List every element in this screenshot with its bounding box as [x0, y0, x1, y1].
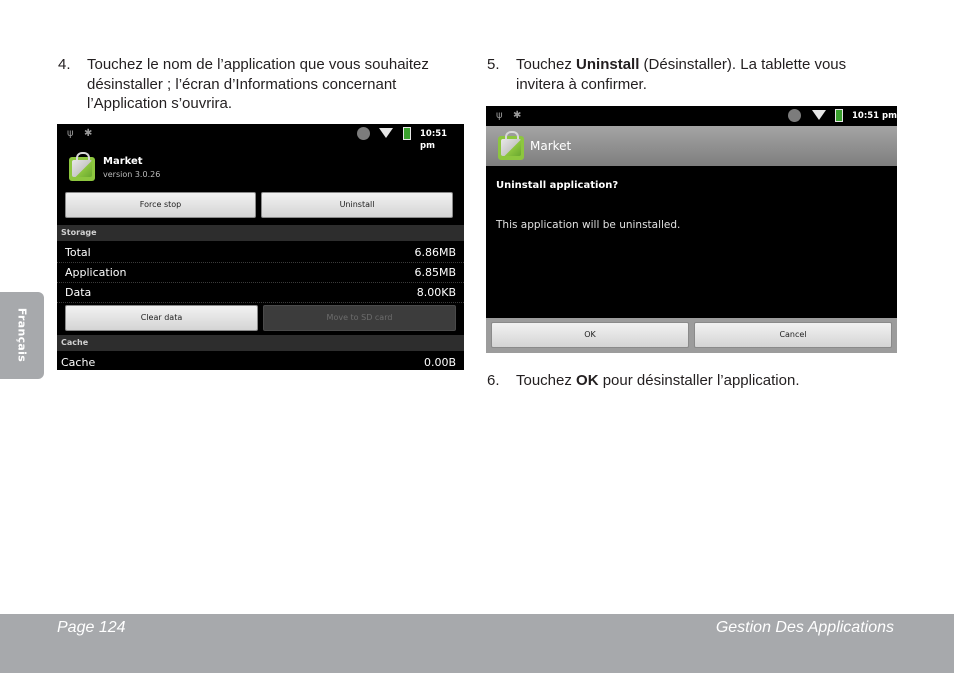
step-4: 4. Touchez le nom de l’application que v…: [58, 55, 468, 115]
dialog-title-bar: Market: [486, 126, 897, 166]
row-value: 6.86MB: [414, 246, 456, 259]
row-label: Application: [65, 266, 127, 279]
row-value: 6.85MB: [414, 266, 456, 279]
page-footer: Page 124 Gestion Des Applications: [0, 614, 954, 673]
status-bar: ψ ✱ 10:51 pm: [486, 106, 897, 126]
cache-row: Cache 0.00B: [57, 353, 464, 370]
step-5: 5. Touchez Uninstall (Désinstaller). La …: [487, 56, 847, 93]
debug-icon: ✱: [84, 128, 93, 139]
market-app-icon: [69, 152, 95, 181]
dialog-message: This application will be uninstalled.: [496, 219, 681, 231]
step-4-line-3: l’Application s’ouvrira.: [87, 95, 233, 112]
step-4-line-2: désinstaller ; l’écran d’Informations co…: [87, 75, 397, 93]
uninstall-button[interactable]: Uninstall: [261, 192, 453, 218]
dialog-button-bar: OK Cancel: [486, 318, 897, 353]
storage-row-application: Application 6.85MB: [57, 263, 464, 283]
step-number: 6.: [487, 372, 500, 389]
uninstall-dialog-screenshot: ψ ✱ 10:51 pm Market Uninstall applicatio…: [486, 106, 897, 353]
storage-row-data: Data 8.00KB: [57, 283, 464, 303]
ok-button[interactable]: OK: [491, 322, 689, 348]
usb-icon: ψ: [67, 128, 74, 139]
page-number: Page 124: [57, 619, 126, 636]
app-version: version 3.0.26: [103, 170, 161, 179]
row-value: 8.00KB: [416, 286, 456, 299]
market-app-icon: [498, 131, 524, 160]
battery-icon: [835, 109, 843, 122]
app-name: Market: [103, 156, 143, 167]
step-4-line-1: Touchez le nom de l’application que vous…: [87, 56, 429, 73]
step-6: 6. Touchez OK pour désinstaller l’applic…: [487, 372, 800, 389]
row-label: Data: [65, 286, 92, 299]
wifi-icon: [379, 128, 393, 138]
usb-icon: ψ: [496, 110, 503, 121]
row-label: Cache: [61, 356, 96, 369]
section-title: Gestion Des Applications: [715, 619, 894, 636]
step-number: 5.: [487, 56, 500, 73]
status-time: 10:51 pm: [420, 129, 448, 151]
status-time: 10:51 pm: [852, 111, 897, 121]
wifi-icon: [812, 110, 826, 120]
force-stop-button[interactable]: Force stop: [65, 192, 256, 218]
dialog-heading: Uninstall application?: [496, 180, 619, 191]
storage-row-total: Total 6.86MB: [57, 243, 464, 263]
cancel-button[interactable]: Cancel: [694, 322, 892, 348]
row-value: 0.00B: [423, 356, 456, 369]
uninstall-keyword: Uninstall: [576, 56, 640, 73]
step-number: 4.: [58, 56, 71, 73]
debug-icon: ✱: [513, 110, 522, 121]
search-icon[interactable]: [788, 109, 801, 122]
dialog-app-title: Market: [530, 139, 572, 153]
move-to-sd-button[interactable]: Move to SD card: [263, 305, 456, 331]
ok-keyword: OK: [576, 372, 599, 389]
clear-data-button[interactable]: Clear data: [65, 305, 258, 331]
app-info-screenshot: ψ ✱ 10:51 pm Market version 3.0.26 Force…: [57, 124, 464, 370]
storage-header: Storage: [57, 225, 464, 241]
language-side-tab: Français: [0, 292, 44, 379]
search-icon[interactable]: [357, 127, 370, 140]
step-5-line-2: invitera à confirmer.: [516, 75, 647, 93]
status-bar: ψ ✱ 10:51 pm: [57, 124, 464, 151]
battery-icon: [403, 127, 411, 140]
row-label: Total: [65, 246, 91, 259]
cache-header: Cache: [57, 335, 464, 351]
language-label: Français: [15, 307, 29, 363]
